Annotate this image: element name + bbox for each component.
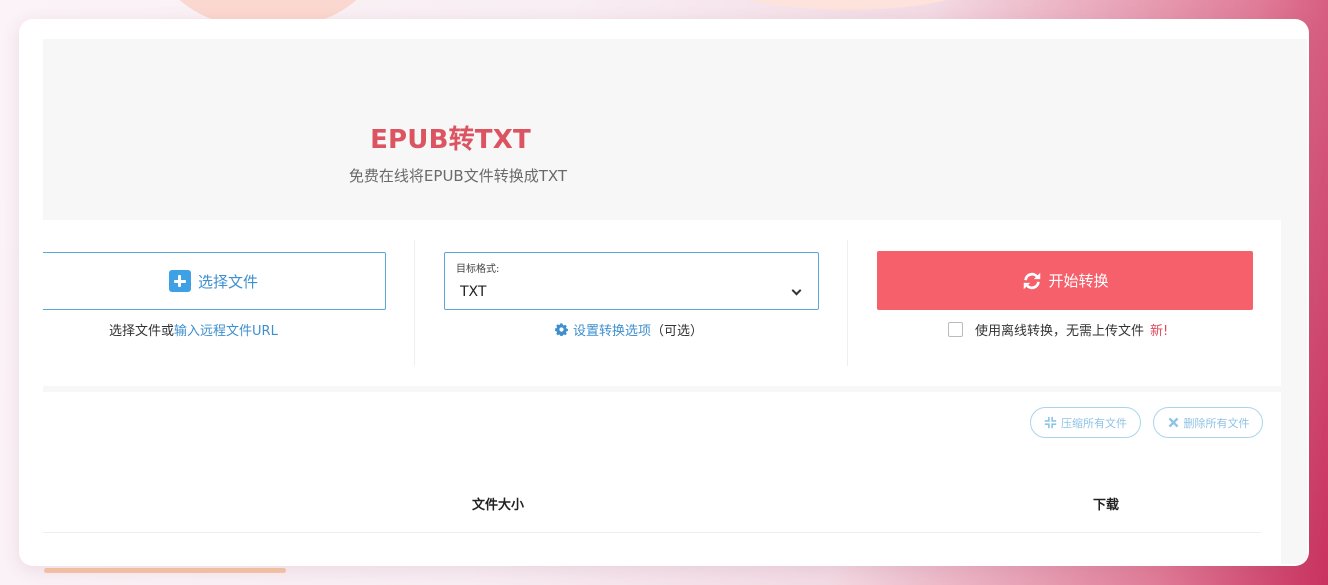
offline-conversion-label: 使用离线转换，无需上传文件 [975,324,1145,339]
delete-all-label: 删除所有文件 [1183,416,1250,430]
offline-conversion-checkbox[interactable] [948,322,963,337]
remote-url-link[interactable]: 输入远程文件URL [174,324,278,339]
choose-file-button[interactable]: 选择文件 [43,252,386,310]
file-list-section: 压缩所有文件 删除所有文件 文件大小 下载 [43,392,1281,564]
hint-text: 选择文件或 [109,324,175,339]
target-format-select[interactable]: 目标格式: TXT [444,252,819,310]
close-icon [1168,417,1178,428]
optional-note: （可选） [651,324,704,339]
compress-all-button[interactable]: 压缩所有文件 [1030,407,1141,438]
start-conversion-label: 开始转换 [1048,272,1109,290]
delete-all-button[interactable]: 删除所有文件 [1153,407,1263,438]
plus-icon [168,270,191,292]
offline-conversion-row: 使用离线转换，无需上传文件 新! [948,320,1168,339]
conversion-options-row: 设置转换选项 （可选） [555,320,703,339]
conversion-options-link[interactable]: 设置转换选项 [573,320,651,339]
conversion-toolbar: 选择文件 选择文件或输入远程文件URL 目标格式: TXT 设置转换选项 （可选… [43,220,1281,386]
column-header-download: 下载 [1093,498,1120,513]
compress-icon [1044,416,1057,429]
hero-section: EPUB转TXT 免费在线将EPUB文件转换成TXT [43,39,823,199]
choose-file-hint: 选择文件或输入远程文件URL [109,320,278,339]
target-format-label: 目标格式: [456,264,500,275]
compress-all-label: 压缩所有文件 [1061,416,1127,430]
new-badge: 新! [1150,324,1169,339]
page-title: EPUB转TXT [370,125,531,155]
converter-panel: EPUB转TXT 免费在线将EPUB文件转换成TXT 选择文件 选择文件或输入远… [43,39,1307,564]
converter-card: EPUB转TXT 免费在线将EPUB文件转换成TXT 选择文件 选择文件或输入远… [19,19,1309,566]
chevron-down-icon [791,285,802,296]
page-subtitle: 免费在线将EPUB文件转换成TXT [348,167,568,185]
refresh-icon [1024,272,1041,289]
table-divider [43,532,1261,533]
decorative-blob [705,0,990,10]
target-format-value: TXT [460,284,487,300]
divider [414,240,415,366]
gear-icon [555,323,568,336]
divider [847,240,848,366]
decorative-strip [44,568,286,573]
choose-file-label: 选择文件 [197,272,258,291]
column-header-file-size: 文件大小 [472,498,525,513]
start-conversion-button[interactable]: 开始转换 [877,251,1253,310]
